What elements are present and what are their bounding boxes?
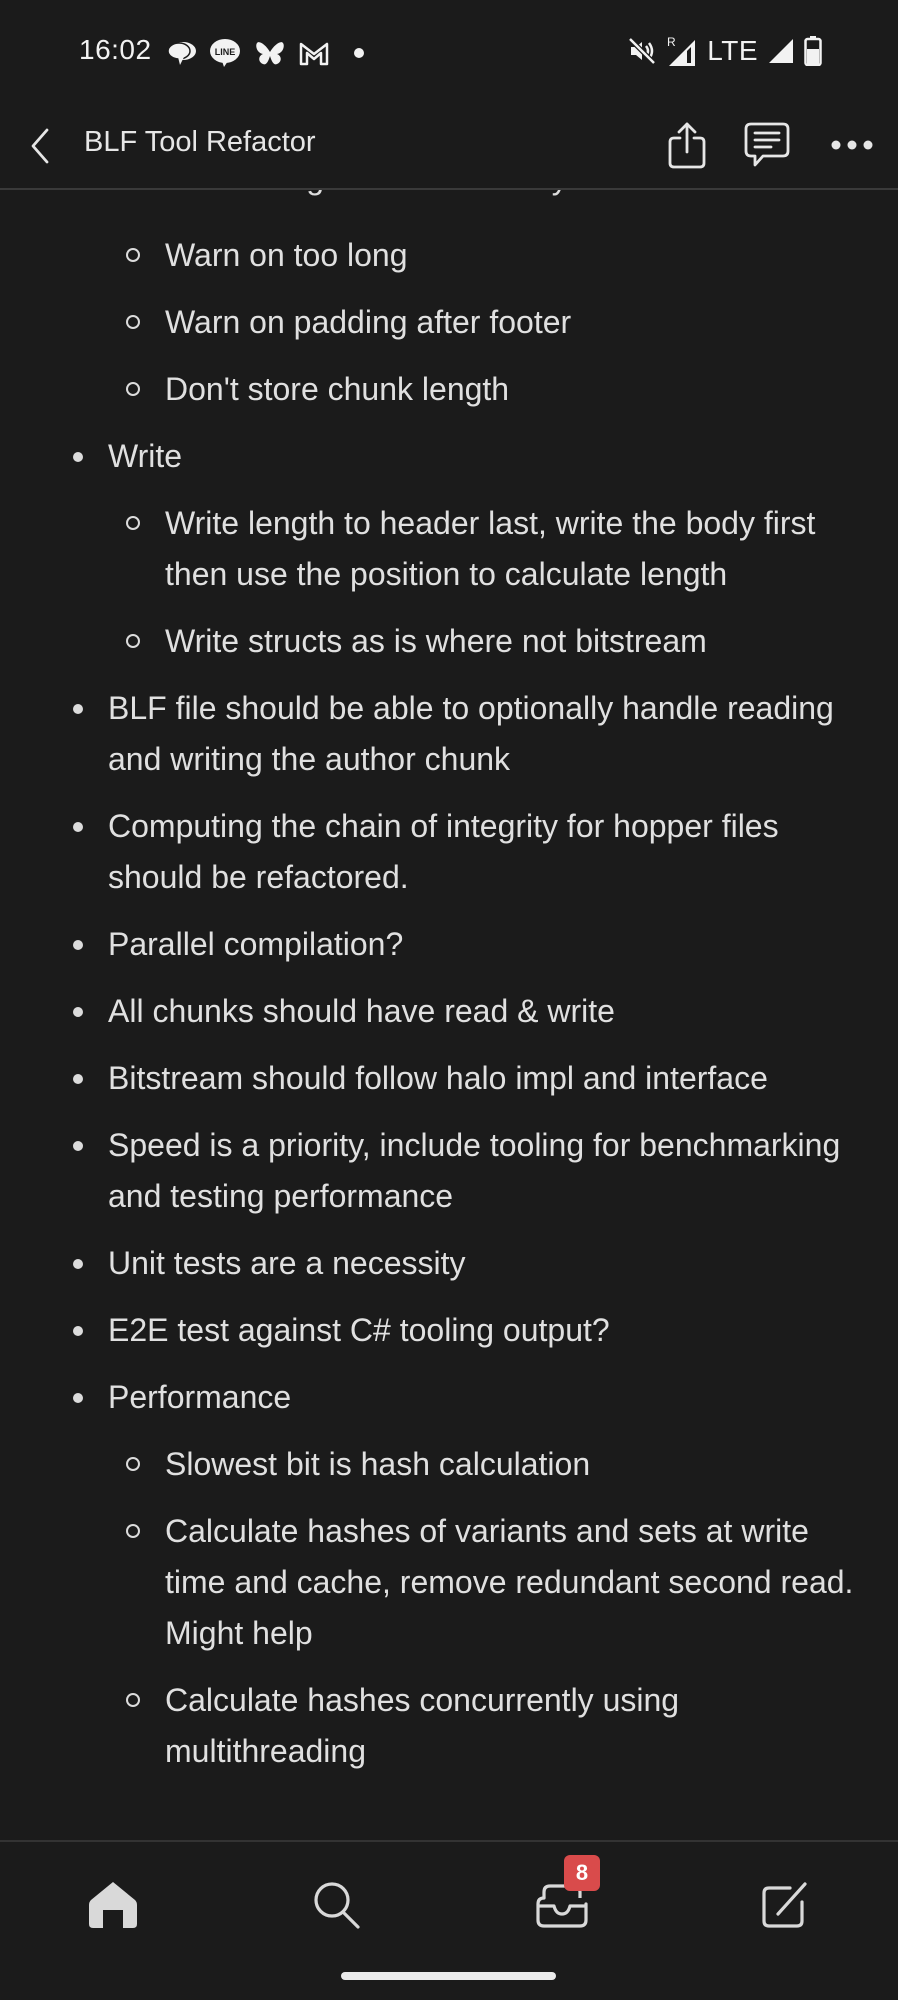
sub-list-item: Calculate hashes concurrently using mult… [126,1675,865,1777]
mute-icon [628,37,656,65]
list-item: Parallel compilation? [73,919,868,970]
screen: 16:02 LINE R LTE BLF Tool Refactor Warn … [0,0,898,2000]
messages-icon [167,42,196,65]
line-icon-label: LINE [215,47,236,57]
more-options-button[interactable] [822,118,882,172]
bullet-marker [73,704,83,714]
bluesky-icon [256,42,284,65]
sub-bullet-marker [126,382,140,396]
compose-icon [762,1882,807,1928]
list-item-text: Write [108,438,183,474]
list-item-text: Unit tests are a necessity [108,1245,466,1281]
roaming-signal-icon: R [667,35,696,66]
list-item: All chunks should have read & write [73,986,868,1037]
status-system-icons: R LTE [627,34,822,68]
bullet-marker [73,1326,83,1336]
list-item-text: Bitstream should follow halo impl and in… [108,1060,768,1096]
search-icon [314,1882,360,1929]
sub-bullet-marker [126,516,140,530]
bottom-nav [0,1840,898,1950]
sub-list-item: Slowest bit is hash calculation [126,1439,865,1490]
battery-icon [804,36,822,66]
page-title: BLF Tool Refactor [84,126,316,158]
signal-icon [769,39,793,63]
comments-button[interactable] [742,118,792,172]
inbox-badge: 8 [564,1855,600,1891]
sub-bullet-marker [126,1457,140,1471]
sub-list-item: Calculate hashes of variants and sets at… [126,1506,865,1659]
sub-list-item: Warn on padding after footer [126,297,865,348]
bullet-marker [73,1074,83,1084]
sub-list-item: Write length to header last, write the b… [126,498,865,600]
list-item-text: BLF file should be able to optionally ha… [108,690,834,777]
share-icon [668,122,706,169]
app-bar: BLF Tool Refactor [0,100,898,190]
chevron-left-icon [31,128,49,164]
bullet-marker [73,1141,83,1151]
sub-list-item: Write structs as is where not bitstream [126,616,865,667]
list-item-text: Computing the chain of integrity for hop… [108,808,779,895]
share-button[interactable] [662,118,712,172]
bullet-marker [73,1259,83,1269]
bullet-marker [73,940,83,950]
sub-list-item: Don't store chunk length [126,364,865,415]
status-bar: 16:02 LINE R LTE [0,0,898,100]
list-item-text: Performance [108,1379,292,1415]
gmail-icon [299,42,329,66]
list-item-text: Calculate hashes of variants and sets at… [165,1513,854,1651]
bullet-marker [73,1393,83,1403]
note-content[interactable]: Assert length == sizeof body + head Warn… [0,150,898,1840]
list-item: E2E test against C# tooling output? [73,1305,868,1356]
list-item: Write [73,431,868,482]
nav-search-button[interactable] [302,1870,372,1940]
list-item: BLF file should be able to optionally ha… [73,683,868,785]
bullet-marker [73,822,83,832]
list-item-text: Write length to header last, write the b… [165,505,816,592]
list-item-text: Speed is a priority, include tooling for… [108,1127,841,1214]
bullet-marker [73,1007,83,1017]
list-item: Speed is a priority, include tooling for… [73,1120,868,1222]
back-button[interactable] [22,122,58,170]
list-item-text: All chunks should have read & write [108,993,615,1029]
list-item: Computing the chain of integrity for hop… [73,801,868,903]
nav-home-button[interactable] [78,1870,148,1940]
sub-bullet-marker [126,1524,140,1538]
roaming-label: R [667,35,676,49]
status-time: 16:02 [79,34,152,65]
list-item-text: Warn on too long [165,237,408,273]
list-item-text: Parallel compilation? [108,926,404,962]
more-notifications-dot [354,48,364,58]
sub-bullet-marker [126,315,140,329]
list-item-text: Calculate hashes concurrently using mult… [165,1682,680,1769]
home-indicator[interactable] [341,1972,556,1980]
sub-list-item: Warn on too long [126,230,865,281]
comment-icon [744,122,790,167]
network-type-label: LTE [707,35,758,66]
list-item-text: Warn on padding after footer [165,304,572,340]
more-horizontal-icon [831,140,873,150]
bullet-marker [73,452,83,462]
sub-bullet-marker [126,1693,140,1707]
sub-bullet-marker [126,634,140,648]
list-item: Performance [73,1372,868,1423]
list-item: Unit tests are a necessity [73,1238,868,1289]
list-item-text: E2E test against C# tooling output? [108,1312,610,1348]
nav-compose-button[interactable] [750,1870,820,1940]
list-item-text: Write structs as is where not bitstream [165,623,707,659]
line-icon: LINE [210,39,240,67]
home-icon [89,1882,137,1928]
list-item: Bitstream should follow halo impl and in… [73,1053,868,1104]
list-item-text: Don't store chunk length [165,371,510,407]
list-item-text: Slowest bit is hash calculation [165,1446,591,1482]
sub-bullet-marker [126,248,140,262]
